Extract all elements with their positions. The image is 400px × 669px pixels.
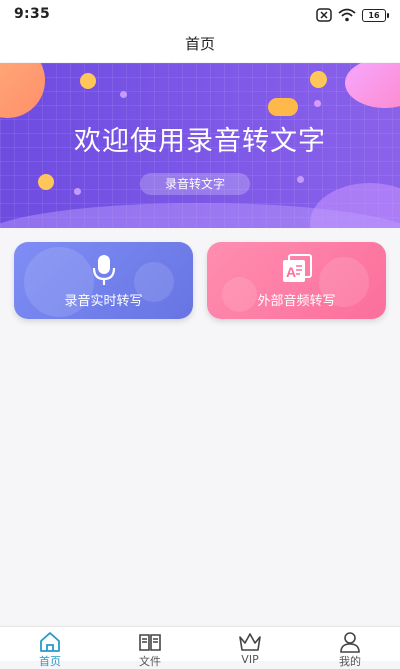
banner-decoration [38, 174, 54, 190]
banner-headline: 欢迎使用录音转文字 [74, 126, 326, 157]
book-icon [139, 634, 161, 651]
status-icons: 16 [316, 6, 389, 24]
mute-icon [316, 8, 332, 22]
audio-file-import-icon: A [282, 254, 312, 282]
banner-decoration [74, 188, 81, 195]
live-transcribe-label: 录音实时转写 [64, 294, 143, 309]
tab-vip[interactable]: VIP [200, 627, 300, 666]
wifi-icon [338, 8, 356, 22]
battery-level: 16 [368, 10, 380, 20]
battery-icon: 16 [362, 8, 389, 22]
audio-file-transcribe-card[interactable]: A 外部音频转写 [207, 242, 386, 319]
banner-decoration [120, 91, 127, 98]
tab-profile[interactable]: 我的 [300, 627, 400, 668]
svg-text:A: A [286, 264, 296, 280]
banner-decoration [80, 73, 96, 89]
banner-decoration [297, 176, 304, 183]
audio-file-transcribe-label: 外部音频转写 [257, 294, 336, 309]
tab-label: 我的 [339, 655, 361, 668]
banner-decoration [268, 98, 298, 116]
crown-icon [239, 633, 261, 651]
tab-files[interactable]: 文件 [100, 627, 200, 668]
home-icon [40, 632, 60, 652]
banner-decoration [314, 100, 321, 107]
banner-button[interactable]: 录音转文字 [140, 173, 250, 195]
live-transcribe-card[interactable]: 录音实时转写 [14, 242, 193, 319]
tab-label: 首页 [39, 655, 61, 668]
banner-decoration [310, 71, 327, 88]
bottom-nav: 首页 文件 VIP 我的 [0, 626, 400, 668]
tab-home[interactable]: 首页 [0, 627, 100, 668]
tab-label: 文件 [139, 655, 161, 668]
page-title: 首页 [184, 35, 215, 53]
promo-banner[interactable]: 欢迎使用录音转文字 录音转文字 [0, 63, 400, 228]
status-time: 9:35 [14, 6, 51, 22]
microphone-icon [92, 255, 115, 285]
app-header: 首页 [0, 28, 400, 62]
status-bar: 9:35 16 [0, 0, 400, 28]
user-icon [340, 632, 360, 653]
